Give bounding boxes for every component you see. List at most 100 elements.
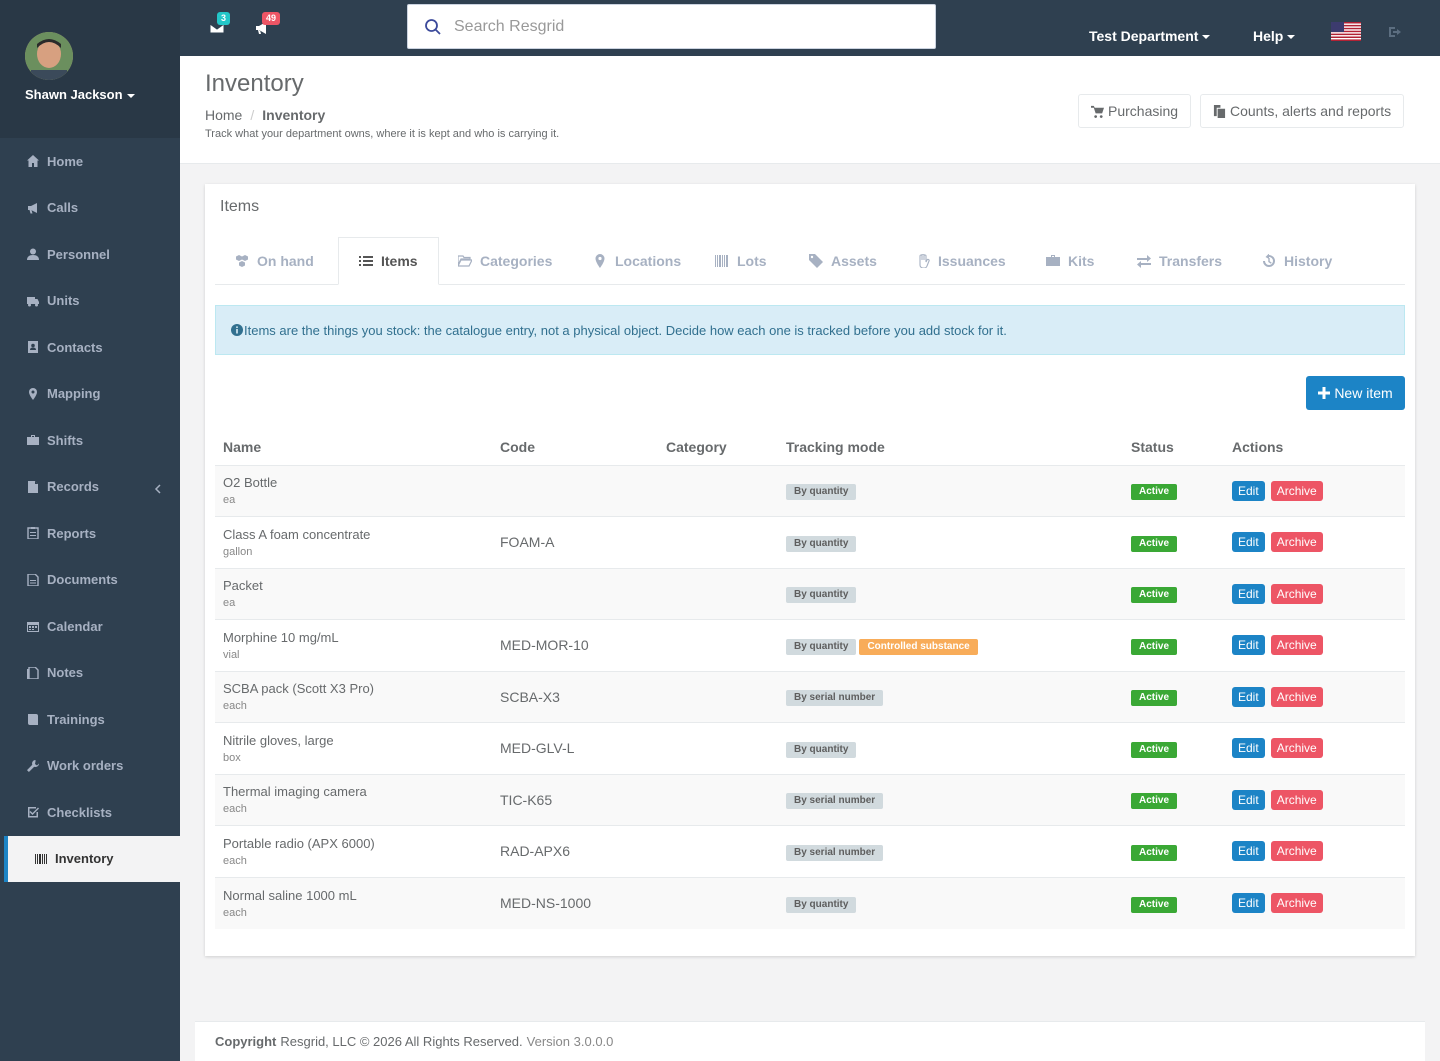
tab-label: Lots [737, 253, 767, 269]
edit-button[interactable]: Edit [1232, 583, 1265, 604]
edit-button[interactable]: Edit [1232, 532, 1265, 553]
notifications-button[interactable]: 49 [254, 12, 281, 36]
notes-icon [25, 666, 41, 680]
tab-on-hand[interactable]: On hand [235, 237, 314, 285]
tracking-cell: By serial number [778, 825, 1123, 877]
sidebar-item-trainings[interactable]: Trainings [0, 696, 180, 743]
status-cell: Active [1123, 619, 1224, 671]
sidebar-item-calendar[interactable]: Calendar [0, 603, 180, 650]
table-row: Nitrile gloves, large box MED-GLV-L By quan… [215, 722, 1405, 774]
messages-button[interactable]: 3 [209, 12, 231, 36]
tab-issuances[interactable]: Issuances [916, 237, 1006, 285]
page-subtitle: Track what your department owns, where i… [205, 128, 560, 140]
sidebar-item-inventory[interactable]: Inventory [4, 835, 180, 882]
sidebar-item-contacts[interactable]: Contacts [0, 324, 180, 371]
sidebar-item-records[interactable]: Records [0, 464, 180, 511]
tab-items[interactable]: Items [338, 237, 439, 285]
actions-cell: Edit Archive [1224, 464, 1405, 517]
breadcrumb-current: Inventory [262, 107, 326, 123]
sidebar-item-label: Notes [47, 665, 84, 681]
plus-icon [1318, 387, 1331, 399]
item-name: Normal saline 1000 mL [223, 887, 357, 903]
actions-cell: Edit Archive [1224, 516, 1405, 568]
archive-button[interactable]: Archive [1270, 841, 1323, 862]
edit-button[interactable]: Edit [1232, 635, 1265, 656]
archive-button[interactable]: Archive [1270, 738, 1323, 759]
status-cell: Active [1123, 670, 1224, 723]
tab-label: Transfers [1159, 253, 1223, 269]
status-badge: Active [1131, 844, 1178, 861]
actions-cell: Edit Archive [1224, 722, 1405, 774]
edit-button[interactable]: Edit [1232, 893, 1265, 913]
briefcase-icon [1046, 255, 1060, 266]
archive-button[interactable]: Archive [1270, 686, 1323, 707]
counts-alerts-reports-button[interactable]: Counts, alerts and reports [1200, 94, 1405, 128]
tab-label: Assets [831, 253, 877, 269]
name-cell: SCBA pack (Scott X3 Pro) each [215, 670, 492, 723]
truck-icon [25, 294, 41, 308]
help-label: Help [1253, 28, 1284, 44]
sidebar-item-shifts[interactable]: Shifts [0, 417, 180, 464]
sidebar-item-units[interactable]: Units [0, 278, 180, 325]
search-box [407, 4, 936, 49]
item-name: Thermal imaging camera [223, 784, 367, 800]
sidebar-item-home[interactable]: Home [0, 138, 180, 185]
edit-button[interactable]: Edit [1232, 738, 1265, 759]
code-cell: RAD-APX6 [492, 825, 658, 877]
category-cell [658, 722, 778, 774]
tracking-cell: By quantity [778, 516, 1123, 568]
sidebar-item-notes[interactable]: Notes [0, 650, 180, 697]
logout-button[interactable] [1389, 26, 1403, 38]
tab-locations[interactable]: Locations [593, 237, 681, 285]
search-input[interactable] [454, 17, 914, 36]
archive-button[interactable]: Archive [1270, 532, 1323, 553]
archive-button[interactable]: Archive [1270, 480, 1323, 501]
sidebar-item-personnel[interactable]: Personnel [0, 231, 180, 278]
column-header-category: Category [658, 429, 778, 466]
sidebar-item-checklists[interactable]: Checklists [0, 789, 180, 836]
sidebar-item-documents[interactable]: Documents [0, 557, 180, 604]
sidebar-item-calls[interactable]: Calls [0, 185, 180, 232]
archive-button[interactable]: Archive [1270, 583, 1323, 604]
new-item-label: New item [1334, 385, 1393, 401]
column-header-code: Code [492, 429, 658, 466]
tracking-cell: By quantity [778, 876, 1123, 929]
map-marker-icon [25, 387, 41, 401]
tab-lots[interactable]: Lots [715, 237, 767, 285]
us-flag-icon[interactable] [1331, 22, 1361, 41]
shopping-cart-icon [1091, 105, 1104, 118]
item-name: Class A foam concentrate [223, 526, 371, 542]
breadcrumb-home[interactable]: Home [205, 107, 242, 123]
tab-label: On hand [257, 253, 314, 269]
sidebar-item-mapping[interactable]: Mapping [0, 371, 180, 418]
table-row: SCBA pack (Scott X3 Pro) each SCBA-X3 By se… [215, 670, 1405, 723]
status-cell: Active [1123, 516, 1224, 568]
sidebar-item-reports[interactable]: Reports [0, 510, 180, 557]
category-cell [658, 876, 778, 929]
department-dropdown[interactable]: Test Department [1089, 28, 1211, 44]
avatar[interactable] [25, 32, 73, 80]
edit-button[interactable]: Edit [1232, 841, 1265, 862]
purchasing-button[interactable]: Purchasing [1078, 94, 1192, 128]
tab-history[interactable]: History [1262, 237, 1332, 285]
edit-button[interactable]: Edit [1232, 686, 1265, 707]
tab-kits[interactable]: Kits [1046, 237, 1094, 285]
archive-button[interactable]: Archive [1270, 635, 1323, 656]
tab-categories[interactable]: Categories [458, 237, 552, 285]
edit-button[interactable]: Edit [1232, 789, 1265, 810]
tracking-cell: By serial number [778, 670, 1123, 723]
tracking-badge: By serial number [786, 793, 884, 810]
sidebar-item-work-orders[interactable]: Work orders [0, 743, 180, 790]
help-dropdown[interactable]: Help [1253, 28, 1296, 44]
status-cell: Active [1123, 773, 1224, 826]
briefcase-icon [25, 433, 41, 447]
code-cell: TIC-K65 [492, 773, 658, 826]
new-item-button[interactable]: New item [1306, 376, 1405, 410]
tab-assets[interactable]: Assets [809, 237, 877, 285]
user-menu[interactable]: Shawn Jackson [25, 87, 135, 102]
sidebar-item-label: Personnel [47, 246, 110, 262]
tab-transfers[interactable]: Transfers [1137, 237, 1222, 285]
archive-button[interactable]: Archive [1270, 789, 1323, 810]
archive-button[interactable]: Archive [1270, 893, 1323, 913]
edit-button[interactable]: Edit [1232, 480, 1265, 501]
